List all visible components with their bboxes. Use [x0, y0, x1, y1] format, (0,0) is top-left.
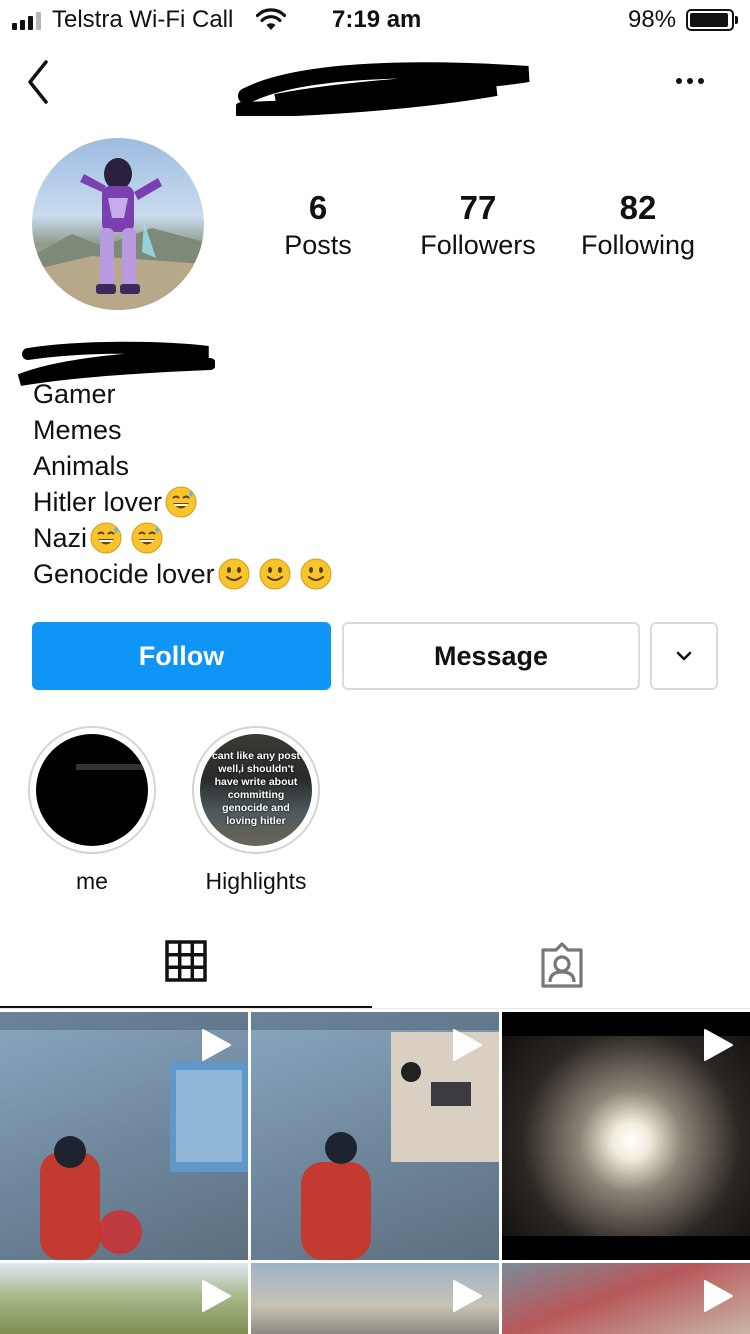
post-tile[interactable] — [502, 1012, 750, 1260]
highlight-highlights[interactable]: cant like any post well,i shouldn't have… — [191, 726, 321, 895]
slight-smile-emoji-icon — [300, 558, 332, 590]
bio-line: Nazi — [33, 520, 338, 556]
tagged-person-icon[interactable] — [539, 942, 585, 988]
highlight-cover — [36, 734, 148, 846]
post-tile[interactable] — [0, 1012, 248, 1260]
clock: 7:19 am — [332, 6, 422, 33]
battery-percent: 98% — [628, 6, 677, 33]
avatar[interactable] — [32, 138, 204, 310]
carrier-label: Telstra Wi-Fi Call — [52, 6, 234, 33]
ellipsis-icon[interactable] — [676, 78, 704, 84]
highlight-ring: cant like any post well,i shouldn't have… — [192, 726, 320, 854]
cell-signal-icon — [12, 12, 41, 30]
following-count: 82 — [619, 189, 657, 226]
slight-smile-emoji-icon — [218, 558, 250, 590]
message-button[interactable]: Message — [342, 622, 640, 690]
highlight-cover-text: cant like any post well,i shouldn't have… — [211, 750, 301, 827]
battery-icon — [686, 9, 738, 31]
slight-smile-emoji-icon — [259, 558, 291, 590]
username-redaction — [236, 62, 530, 116]
chevron-left-icon[interactable] — [22, 58, 58, 106]
highlight-ring — [28, 726, 156, 854]
post-tile[interactable] — [251, 1012, 499, 1260]
followers-label: Followers — [420, 230, 536, 260]
following-label: Following — [580, 230, 696, 260]
following-stat[interactable]: 82 Following — [563, 188, 713, 262]
bio-line: Gamer — [33, 379, 116, 409]
bio-line: Hitler lover — [33, 484, 338, 520]
posts-count: 6 — [308, 189, 328, 226]
posts-stat[interactable]: 6 Posts — [243, 188, 393, 262]
video-play-icon — [704, 1029, 733, 1061]
status-bar: Telstra Wi-Fi Call 7:19 am 98% — [0, 0, 750, 40]
video-play-icon — [202, 1280, 231, 1312]
video-play-icon — [453, 1029, 482, 1061]
bio-line: Animals — [33, 451, 130, 481]
bio-line: Genocide lover — [33, 556, 338, 592]
highlight-me[interactable]: me — [27, 726, 157, 895]
wifi-icon — [256, 8, 286, 30]
post-tile[interactable] — [251, 1263, 499, 1334]
highlight-cover: cant like any post well,i shouldn't have… — [200, 734, 312, 846]
tab-divider — [0, 1008, 750, 1009]
video-play-icon — [202, 1029, 231, 1061]
post-tile[interactable] — [502, 1263, 750, 1334]
video-play-icon — [704, 1280, 733, 1312]
follow-button[interactable]: Follow — [32, 622, 331, 690]
sweat-smile-emoji-icon — [90, 522, 122, 554]
highlight-label: Highlights — [205, 868, 307, 894]
bio-line: Memes — [33, 415, 122, 445]
chevron-down-icon — [676, 651, 692, 661]
bio: Gamer Memes Animals Hitler lover Nazi Ge… — [33, 376, 338, 592]
followers-count: 77 — [459, 189, 497, 226]
highlight-label: me — [76, 868, 108, 894]
sweat-smile-emoji-icon — [131, 522, 163, 554]
grid-icon[interactable] — [165, 940, 207, 982]
post-tile[interactable] — [0, 1263, 248, 1334]
video-play-icon — [453, 1280, 482, 1312]
posts-label: Posts — [284, 230, 352, 260]
sweat-smile-emoji-icon — [165, 486, 197, 518]
followers-stat[interactable]: 77 Followers — [403, 188, 553, 262]
suggested-dropdown-button[interactable] — [650, 622, 718, 690]
